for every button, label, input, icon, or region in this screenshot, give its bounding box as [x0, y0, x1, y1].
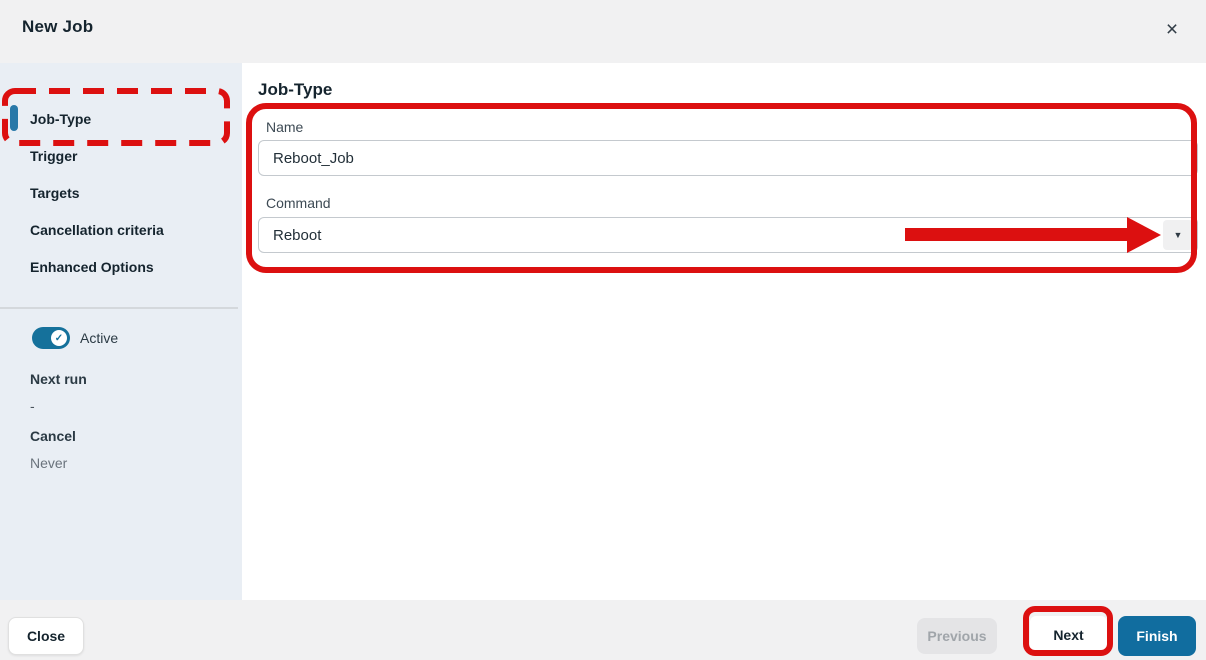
sidebar-item-label: Trigger	[30, 147, 78, 164]
sidebar-divider	[0, 307, 238, 309]
command-select[interactable]: Reboot ▼	[258, 217, 1198, 253]
next-button[interactable]: Next	[1030, 616, 1107, 654]
command-selected-value: Reboot	[273, 226, 322, 244]
sidebar-item-label: Targets	[30, 184, 80, 201]
command-field-label: Command	[266, 195, 331, 211]
wizard-steps-nav: Job-Type Trigger Targets Cancellation cr…	[0, 100, 242, 285]
previous-button[interactable]: Previous	[917, 618, 997, 654]
dialog-header: New Job ×	[0, 0, 1206, 63]
cancel-label: Cancel	[30, 428, 76, 444]
sidebar-item-job-type[interactable]: Job-Type	[0, 100, 242, 137]
step-content-panel: Job-Type Name Command Reboot ▼	[242, 63, 1206, 600]
active-step-indicator	[10, 105, 18, 131]
next-run-label: Next run	[30, 371, 87, 387]
sidebar-item-label: Enhanced Options	[30, 258, 154, 275]
step-heading: Job-Type	[258, 80, 333, 99]
name-input[interactable]	[258, 140, 1198, 176]
active-toggle-label: Active	[80, 330, 119, 346]
sidebar-item-trigger[interactable]: Trigger	[0, 137, 242, 174]
finish-button[interactable]: Finish	[1118, 616, 1196, 656]
sidebar-item-label: Job-Type	[30, 110, 92, 127]
sidebar-item-targets[interactable]: Targets	[0, 174, 242, 211]
dialog-title: New Job	[22, 17, 94, 36]
name-field-label: Name	[266, 119, 304, 135]
sidebar-item-enhanced-options[interactable]: Enhanced Options	[0, 248, 242, 285]
close-button[interactable]: Close	[8, 617, 84, 655]
close-icon[interactable]: ×	[1157, 15, 1187, 45]
dialog-footer: Close Previous Next Finish	[0, 600, 1206, 660]
sidebar-item-label: Cancellation criteria	[30, 221, 164, 238]
active-toggle[interactable]: ✓	[32, 327, 70, 349]
chevron-down-icon: ▼	[1173, 230, 1183, 240]
wizard-sidebar: Job-Type Trigger Targets Cancellation cr…	[0, 63, 242, 600]
toggle-check-icon: ✓	[51, 330, 67, 346]
next-run-value: -	[30, 398, 35, 414]
sidebar-item-cancellation-criteria[interactable]: Cancellation criteria	[0, 211, 242, 248]
cancel-value: Never	[30, 455, 68, 471]
new-job-dialog: New Job × Job-Type Trigger Targets Cance…	[0, 0, 1206, 660]
command-dropdown-button[interactable]: ▼	[1163, 220, 1193, 250]
